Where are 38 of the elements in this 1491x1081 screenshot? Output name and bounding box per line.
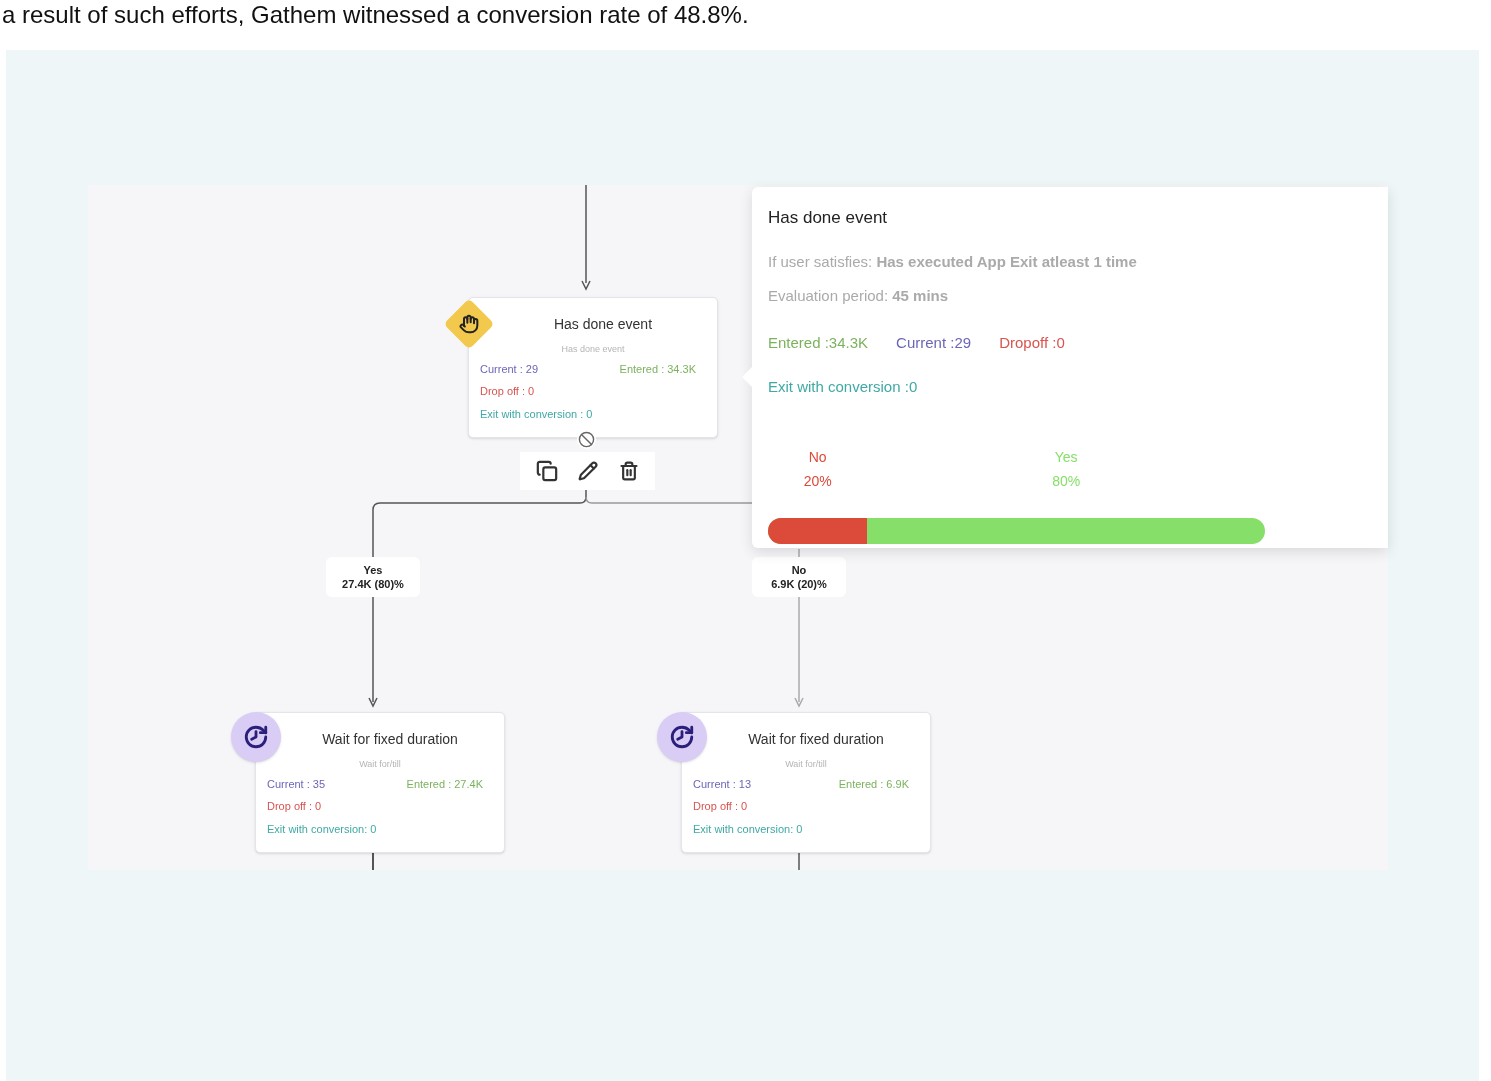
node-subtitle: Wait for/till: [359, 758, 401, 771]
connector-line: [798, 852, 800, 870]
node-subtitle: Wait for/till: [785, 758, 827, 771]
node-card[interactable]: Has done event Has done event Current : 29 Entered : 34.3K Drop off : 0 Exit with conversion : 0: [468, 297, 718, 438]
node-card[interactable]: Wait for fixed duration Wait for/till Current : 13 Entered : 6.9K Drop off : 0 Exit with conversion: 0: [681, 712, 931, 853]
entered-count: Entered : 34.3K: [619, 361, 696, 377]
branch-label: Yes 27.4K (80)%: [326, 557, 420, 597]
intro-text: a result of such efforts, Gathem witnessed a conversion rate of 48.8%.: [1, 0, 749, 30]
node-card[interactable]: Wait for fixed duration Wait for/till Current : 35 Entered : 27.4K Drop off : 0 Exit with conversion: 0: [255, 712, 505, 853]
condition-text: If user satisfies: Has executed App Exit atleast 1 time: [768, 251, 1137, 272]
entered-count: Entered : 27.4K: [406, 776, 483, 792]
current-count: Current : 35: [267, 776, 326, 792]
exit-with-conversion-count: Exit with conversion: 0: [693, 821, 803, 837]
popover-title: Has done event: [768, 207, 888, 229]
drop-off-count: Drop off : 0: [267, 799, 322, 814]
node-title: Wait for fixed duration: [748, 730, 884, 749]
exit-with-conversion-count: Exit with conversion : 0: [480, 406, 593, 422]
evaluation-period-text: Evaluation period: 45 mins: [768, 286, 949, 306]
drop-off-count: Drop off : 0: [480, 384, 535, 399]
current-count: Current :29: [896, 332, 972, 353]
entered-count: Entered :34.3K: [768, 332, 869, 353]
copy-icon[interactable]: [536, 460, 559, 482]
current-count: Current : 13: [693, 776, 752, 792]
edit-icon[interactable]: [578, 461, 599, 481]
exit-with-conversion-count: Exit with conversion: 0: [267, 821, 377, 837]
split-label: Yes 80%: [1051, 447, 1082, 491]
dropoff-count: Dropoff :0: [999, 332, 1065, 353]
entered-count: Entered : 6.9K: [838, 776, 909, 792]
node-subtitle: Has done event: [561, 343, 625, 356]
branch-label: No 6.9K (20)%: [752, 557, 846, 597]
current-count: Current : 29: [480, 361, 539, 377]
delete-icon[interactable]: [618, 461, 639, 481]
exit-with-conversion-count: Exit with conversion :0: [768, 377, 918, 397]
split-label: No 20%: [802, 447, 833, 491]
node-title: Wait for fixed duration: [322, 730, 458, 749]
node-title: Has done event: [553, 315, 653, 334]
connector-line: [372, 852, 374, 870]
drop-off-count: Drop off : 0: [693, 799, 748, 814]
